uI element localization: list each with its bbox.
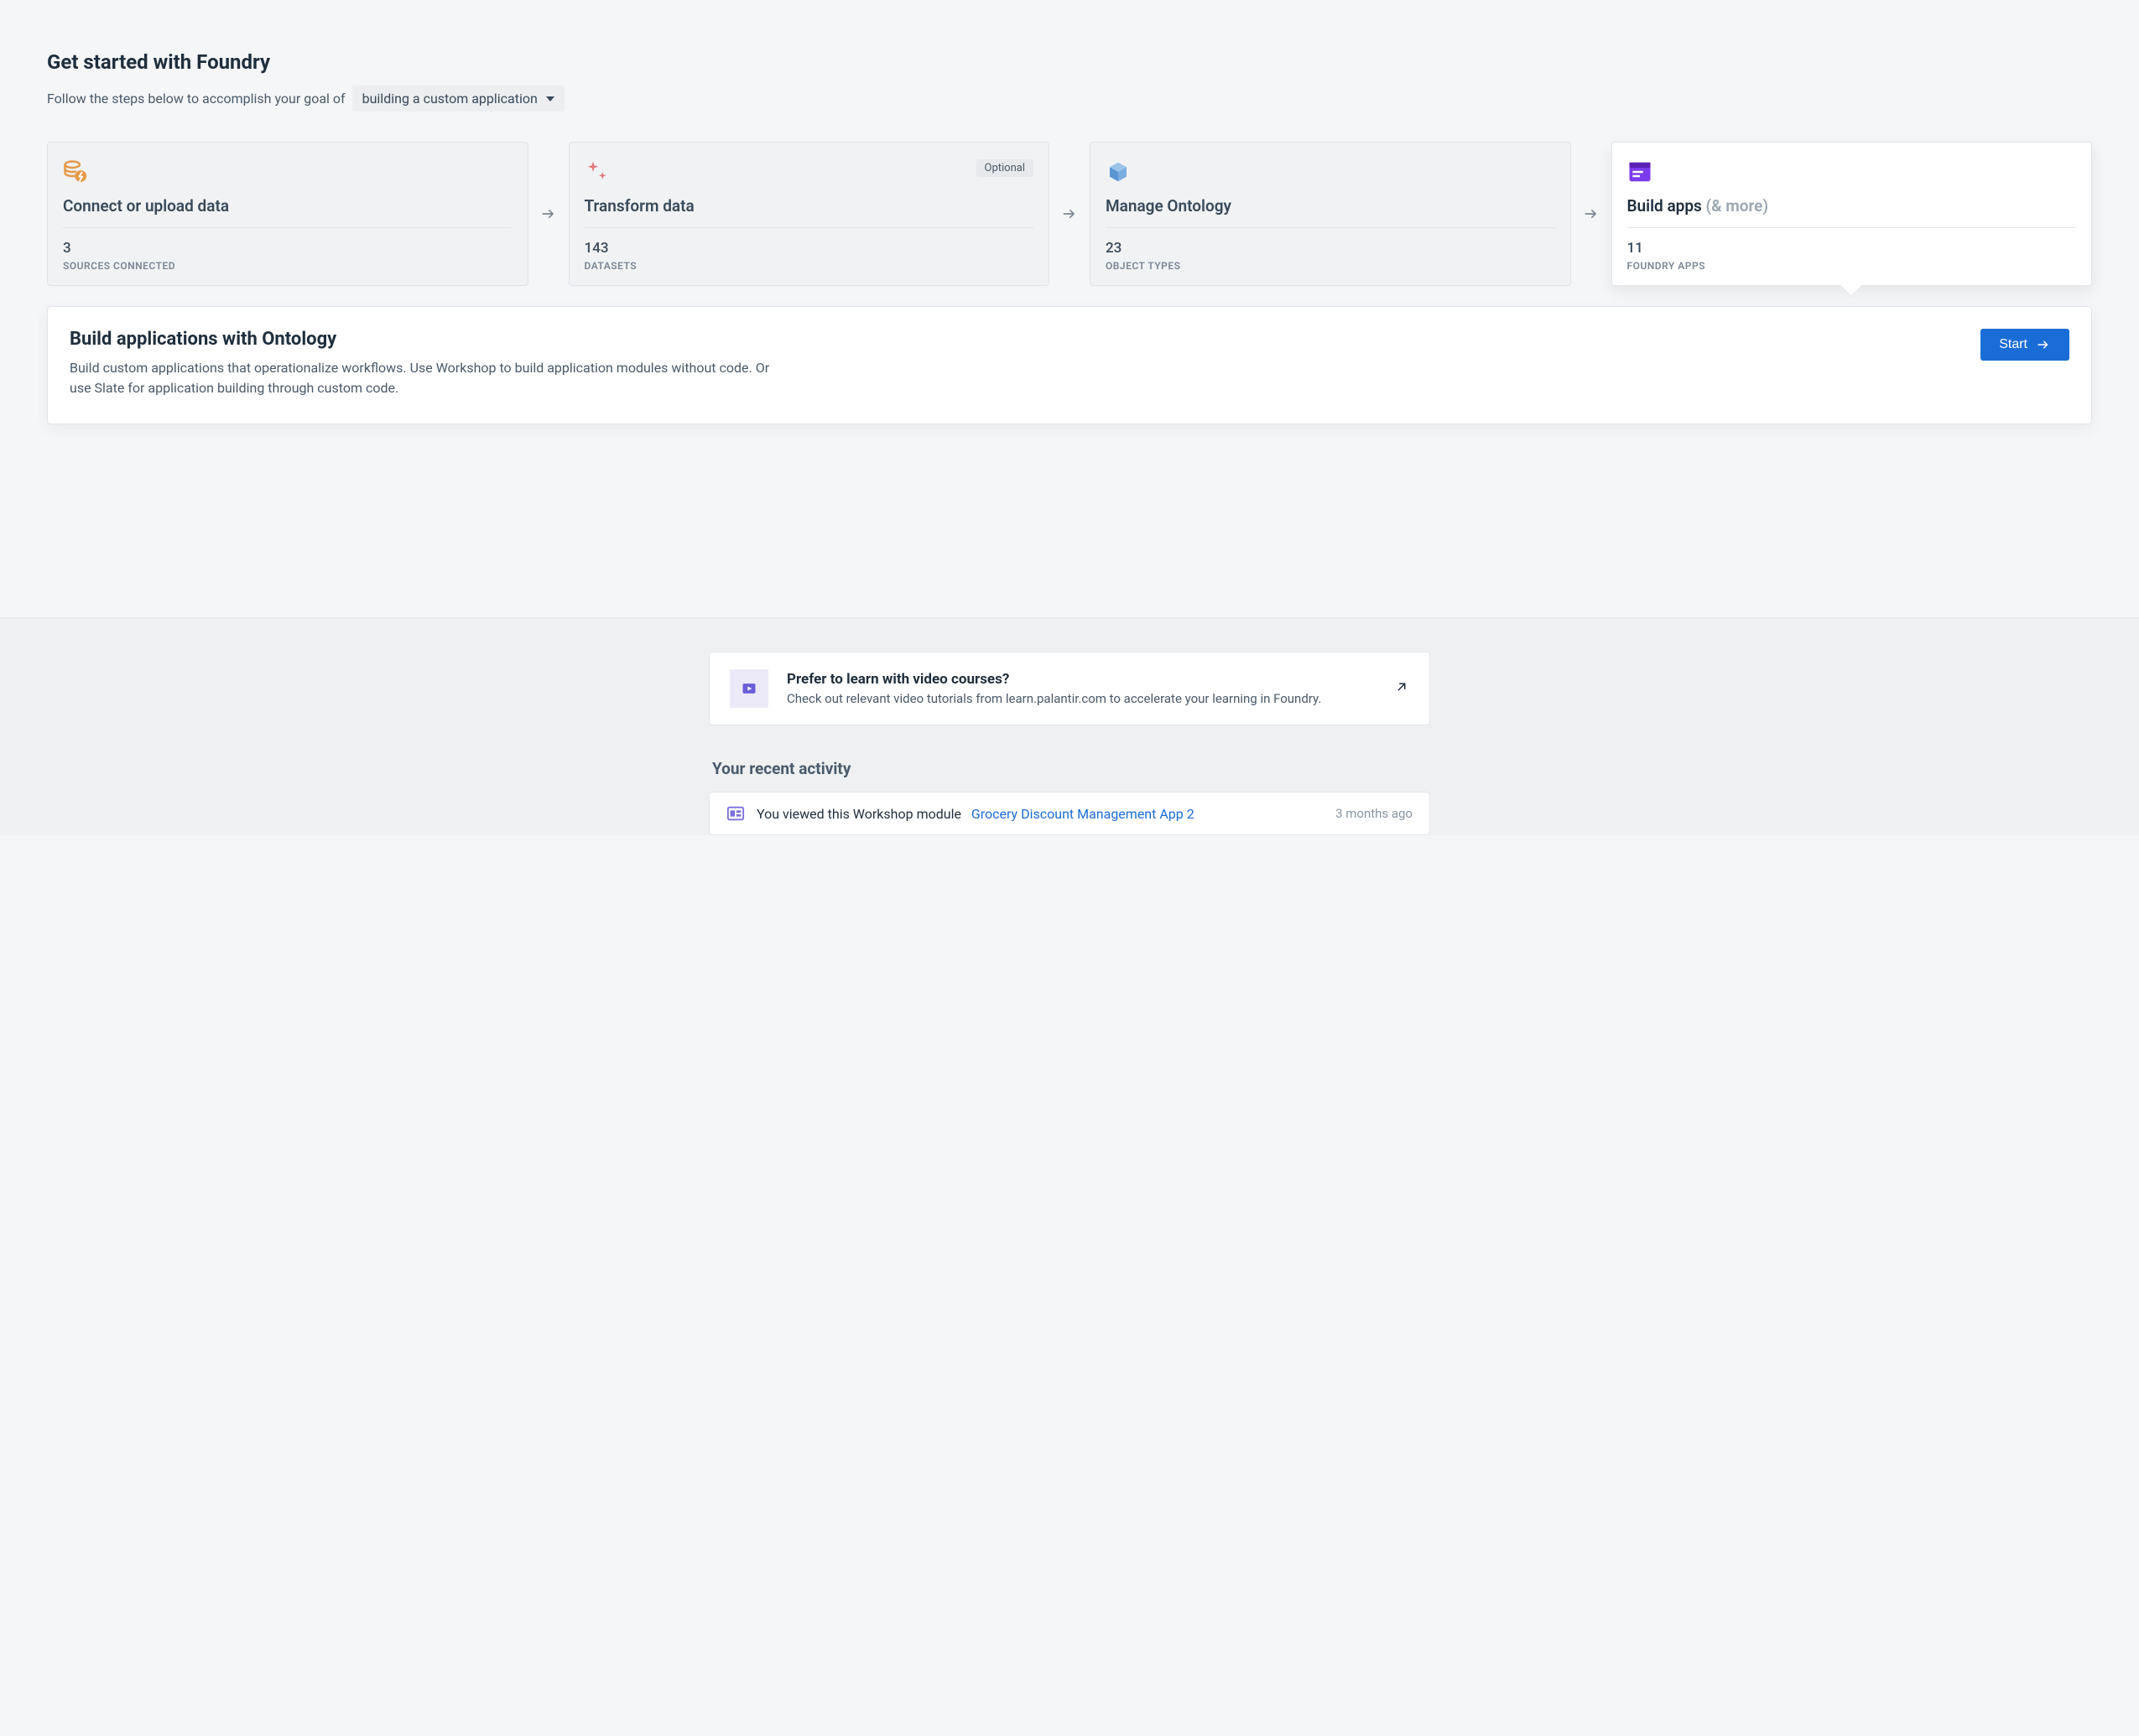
arrow-icon bbox=[1571, 142, 1611, 286]
step-divider bbox=[1627, 227, 2077, 228]
database-bolt-icon bbox=[63, 159, 88, 185]
step-title: Transform data bbox=[585, 196, 1034, 227]
cube-icon bbox=[1106, 159, 1131, 185]
video-card-description: Check out relevant video tutorials from … bbox=[787, 691, 1376, 706]
step-count: 143 bbox=[585, 240, 1034, 257]
video-courses-card[interactable]: Prefer to learn with video courses? Chec… bbox=[709, 652, 1430, 725]
step-count-label: OBJECT TYPES bbox=[1106, 260, 1555, 272]
step-divider bbox=[1106, 227, 1555, 228]
step-card-connect[interactable]: Connect or upload data 3 SOURCES CONNECT… bbox=[47, 142, 528, 286]
arrow-right-icon bbox=[2036, 337, 2051, 352]
step-card-build-apps[interactable]: Build apps (& more) 11 FOUNDRY APPS bbox=[1611, 142, 2093, 286]
step-title-main: Build apps bbox=[1627, 196, 1702, 216]
video-play-icon bbox=[730, 669, 768, 708]
step-count: 11 bbox=[1627, 240, 2077, 257]
step-count: 23 bbox=[1106, 240, 1555, 257]
arrow-icon bbox=[1049, 142, 1090, 286]
activity-timestamp: 3 months ago bbox=[1335, 806, 1413, 821]
workshop-module-icon bbox=[726, 804, 745, 823]
activity-prefix: You viewed this Workshop module bbox=[757, 806, 961, 822]
step-title-suffix: (& more) bbox=[1706, 196, 1768, 216]
steps-row: Connect or upload data 3 SOURCES CONNECT… bbox=[47, 142, 2092, 286]
optional-badge: Optional bbox=[976, 159, 1033, 177]
goal-selected-value: building a custom application bbox=[362, 91, 538, 107]
arrow-icon bbox=[528, 142, 569, 286]
step-count-label: SOURCES CONNECTED bbox=[63, 260, 513, 272]
subtitle-prefix: Follow the steps below to accomplish you… bbox=[47, 91, 346, 107]
step-title: Build apps (& more) bbox=[1627, 196, 2077, 227]
step-count-label: FOUNDRY APPS bbox=[1627, 260, 2077, 272]
detail-title: Build applications with Ontology bbox=[70, 329, 791, 350]
activity-row[interactable]: You viewed this Workshop module Grocery … bbox=[709, 792, 1430, 835]
step-card-transform[interactable]: Optional Transform data 143 DATASETS bbox=[569, 142, 1050, 286]
detail-description: Build custom applications that operation… bbox=[70, 358, 791, 398]
page-title: Get started with Foundry bbox=[47, 50, 2092, 74]
step-divider bbox=[63, 227, 513, 228]
video-card-title: Prefer to learn with video courses? bbox=[787, 671, 1376, 688]
sparkle-icon bbox=[585, 159, 610, 185]
step-count-label: DATASETS bbox=[585, 260, 1034, 272]
step-title: Connect or upload data bbox=[63, 196, 513, 227]
caret-down-icon bbox=[546, 96, 554, 101]
goal-select[interactable]: building a custom application bbox=[352, 86, 565, 112]
external-link-icon bbox=[1394, 679, 1409, 698]
activity-text: You viewed this Workshop module Grocery … bbox=[757, 806, 1324, 822]
recent-activity-heading: Your recent activity bbox=[712, 759, 1430, 778]
step-divider bbox=[585, 227, 1034, 228]
goal-subtitle-row: Follow the steps below to accomplish you… bbox=[47, 86, 2092, 112]
start-button[interactable]: Start bbox=[1980, 329, 2069, 361]
step-card-ontology[interactable]: Manage Ontology 23 OBJECT TYPES bbox=[1090, 142, 1571, 286]
step-title: Manage Ontology bbox=[1106, 196, 1555, 227]
step-detail-panel: Build applications with Ontology Build c… bbox=[47, 306, 2092, 424]
step-count: 3 bbox=[63, 240, 513, 257]
app-window-icon bbox=[1627, 159, 1652, 185]
activity-link[interactable]: Grocery Discount Management App 2 bbox=[971, 806, 1194, 822]
start-button-label: Start bbox=[1999, 337, 2027, 352]
